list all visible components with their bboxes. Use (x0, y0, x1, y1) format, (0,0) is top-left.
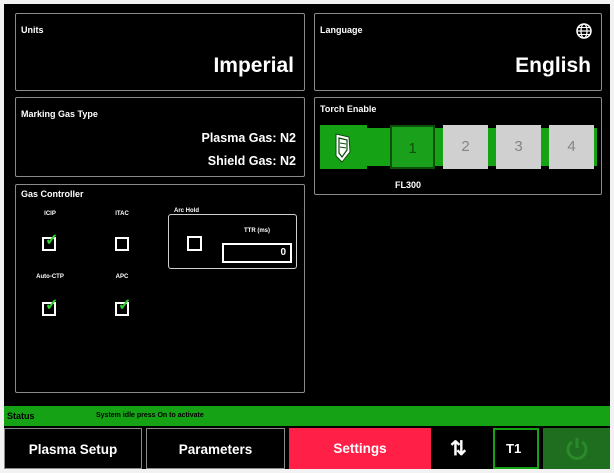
torch-4-button[interactable]: 4 (549, 125, 594, 169)
settings-button[interactable]: Settings (289, 428, 431, 469)
torch-enable-title: Torch Enable (320, 104, 377, 114)
ttr-input[interactable]: 0 (222, 243, 292, 263)
torch-head-button[interactable] (320, 125, 367, 169)
check-icon: ✓ (45, 232, 59, 249)
language-title: Language (320, 25, 363, 35)
torch-select-label: T1 (506, 441, 522, 456)
torch-model-label: FL300 (395, 180, 422, 190)
itac-label: ITAC (115, 211, 129, 217)
icip-label: ICIP (44, 211, 56, 217)
arc-hold-title: Arc Hold (172, 208, 202, 214)
status-label: Status (7, 411, 35, 421)
units-title: Units (21, 25, 44, 35)
parameters-button[interactable]: Parameters (146, 428, 285, 469)
units-value: Imperial (213, 54, 294, 77)
status-bar: Status System idle press On to activate (4, 406, 610, 426)
check-icon: ✓ (45, 297, 59, 314)
swap-arrows-icon: ⇅ (450, 438, 467, 460)
gas-controller-title: Gas Controller (21, 189, 84, 199)
torch-head-icon (335, 133, 351, 163)
apc-checkbox[interactable]: ✓ (115, 298, 131, 316)
itac-checkbox[interactable] (115, 237, 129, 251)
globe-icon (576, 23, 592, 39)
torch-2-button[interactable]: 2 (443, 125, 488, 169)
plasma-gas-label: Plasma Gas: N2 (201, 131, 297, 145)
shield-gas-label: Shield Gas: N2 (207, 154, 296, 168)
ttr-label: TTR (ms) (244, 228, 270, 234)
marking-gas-panel[interactable]: Marking Gas Type Plasma Gas: N2 Shield G… (15, 97, 305, 177)
power-button[interactable] (543, 428, 610, 469)
apc-label: APC (115, 274, 129, 280)
plasma-setup-button[interactable]: Plasma Setup (4, 428, 142, 469)
status-message: System idle press On to activate (96, 412, 204, 419)
check-icon: ✓ (118, 297, 132, 314)
language-value: English (515, 54, 591, 77)
torch-1-button[interactable]: 1 (390, 125, 435, 169)
units-panel[interactable]: Units Imperial (15, 13, 305, 91)
power-icon (566, 438, 588, 460)
marking-gas-title: Marking Gas Type (21, 109, 98, 119)
auto-ctp-label: Auto-CTP (36, 274, 64, 280)
arc-hold-checkbox[interactable] (187, 236, 202, 251)
language-panel[interactable]: Language English (314, 13, 602, 91)
torch-3-button[interactable]: 3 (496, 125, 541, 169)
icip-checkbox[interactable]: ✓ (42, 233, 58, 251)
auto-ctp-checkbox[interactable]: ✓ (42, 298, 58, 316)
torch-select-button[interactable]: T1 (493, 428, 539, 469)
swap-button[interactable]: ⇅ (435, 428, 489, 469)
